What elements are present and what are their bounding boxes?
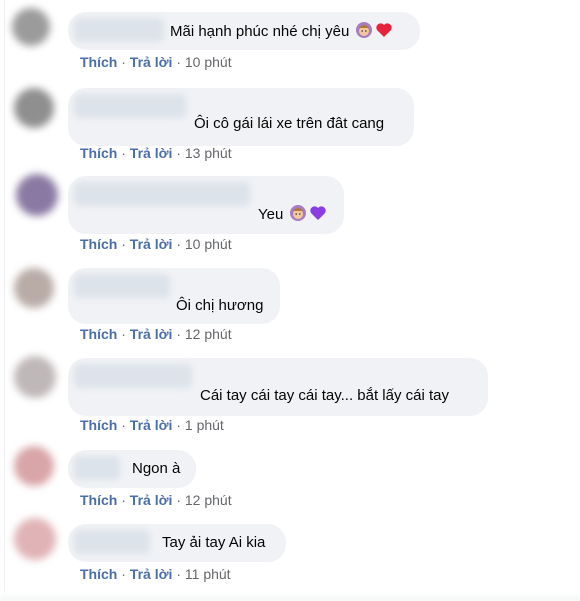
- separator-dot: ·: [176, 54, 185, 70]
- comment-actions: Thích · Trả lời · 10 phút: [80, 235, 232, 253]
- separator-dot: ·: [121, 492, 130, 508]
- reply-button[interactable]: Trả lời: [130, 566, 173, 582]
- commenter-name-blurred[interactable]: [74, 94, 186, 118]
- comment-bubble: Yeu: [68, 176, 344, 234]
- comment-bubble: Tay ải tay Ai kia: [68, 524, 286, 562]
- comment-text: Ngon à: [132, 459, 180, 479]
- separator-dot: ·: [176, 145, 185, 161]
- comment-time[interactable]: 12 phút: [185, 492, 232, 508]
- avatar[interactable]: [12, 8, 50, 46]
- like-button[interactable]: Thích: [80, 326, 117, 342]
- comment-text-content: Ôi chị hương: [176, 297, 264, 314]
- reply-button[interactable]: Trả lời: [130, 326, 173, 342]
- avatar[interactable]: [14, 446, 54, 486]
- comment-text-content: Cái tay cái tay cái tay... bắt lấy cái t…: [200, 387, 449, 404]
- comment-time[interactable]: 11 phút: [185, 566, 231, 582]
- comment-time[interactable]: 10 phút: [185, 54, 232, 70]
- comment-text-content: Mãi hạnh phúc nhé chị yêu: [170, 23, 350, 40]
- avatar[interactable]: [14, 356, 56, 398]
- like-button[interactable]: Thích: [80, 492, 117, 508]
- thread-edge-line: [4, 0, 5, 601]
- comment-actions: Thích · Trả lời · 1 phút: [80, 416, 224, 434]
- commenter-name-blurred[interactable]: [74, 274, 170, 298]
- comment-actions: Thích · Trả lời · 12 phút: [80, 325, 232, 343]
- like-button[interactable]: Thích: [80, 54, 117, 70]
- comment-actions: Thích · Trả lời · 10 phút: [80, 53, 232, 71]
- separator-dot: ·: [121, 236, 130, 252]
- commenter-name-blurred[interactable]: [74, 18, 164, 42]
- comment-text-content: Yeu: [258, 206, 284, 223]
- like-button[interactable]: Thích: [80, 236, 117, 252]
- separator-dot: ·: [176, 417, 185, 433]
- next-comment-blurred-edge: [0, 592, 580, 601]
- like-button[interactable]: Thích: [80, 145, 117, 161]
- separator-dot: ·: [176, 236, 185, 252]
- comment-time[interactable]: 10 phút: [185, 236, 232, 252]
- comment-text: Tay ải tay Ai kia: [162, 533, 265, 553]
- reply-button[interactable]: Trả lời: [130, 492, 173, 508]
- separator-dot: ·: [176, 326, 185, 342]
- comment-text: Mãi hạnh phúc nhé chị yêu: [170, 21, 393, 45]
- comment-bubble: Ngon à: [68, 450, 196, 488]
- separator-dot: ·: [121, 54, 130, 70]
- purple-heart-emoji-icon: [309, 204, 327, 228]
- comment-text: Cái tay cái tay cái tay... bắt lấy cái t…: [200, 386, 449, 406]
- reply-button[interactable]: Trả lời: [130, 54, 173, 70]
- woman-gesturing-emoji-icon: [355, 21, 373, 45]
- comment-bubble: Mãi hạnh phúc nhé chị yêu: [68, 12, 420, 50]
- separator-dot: ·: [121, 566, 130, 582]
- red-heart-emoji-icon: [375, 21, 393, 45]
- comment-text: Ôi chị hương: [176, 296, 263, 316]
- comment-text-content: Tay ải tay Ai kia: [162, 534, 266, 551]
- reply-button[interactable]: Trả lời: [130, 145, 173, 161]
- avatar[interactable]: [14, 518, 56, 560]
- comment-actions: Thích · Trả lời · 12 phút: [80, 491, 232, 509]
- comment-bubble: Ôi chị hương: [68, 268, 280, 324]
- comment-text: Ôi cô gái lái xe trên đât cang: [194, 114, 384, 134]
- commenter-name-blurred[interactable]: [74, 530, 150, 554]
- avatar[interactable]: [16, 174, 58, 216]
- comment-text-content: Ngon à: [132, 460, 181, 477]
- reply-button[interactable]: Trả lời: [130, 417, 173, 433]
- separator-dot: ·: [121, 417, 130, 433]
- woman-gesturing-emoji-icon: [289, 204, 307, 228]
- commenter-name-blurred[interactable]: [74, 364, 192, 388]
- separator-dot: ·: [176, 492, 185, 508]
- commenter-name-blurred[interactable]: [74, 456, 120, 480]
- comment-text-content: Ôi cô gái lái xe trên đât cang: [194, 115, 385, 132]
- reply-button[interactable]: Trả lời: [130, 236, 173, 252]
- like-button[interactable]: Thích: [80, 566, 117, 582]
- commenter-name-blurred[interactable]: [74, 182, 250, 206]
- separator-dot: ·: [121, 145, 130, 161]
- avatar[interactable]: [14, 88, 54, 128]
- separator-dot: ·: [176, 566, 185, 582]
- comment-time[interactable]: 13 phút: [185, 145, 232, 161]
- comment-actions: Thích · Trả lời · 11 phút: [80, 565, 231, 583]
- comment-actions: Thích · Trả lời · 13 phút: [80, 144, 232, 162]
- comment-time[interactable]: 1 phút: [185, 417, 224, 433]
- comment-bubble: Ôi cô gái lái xe trên đât cang: [68, 88, 414, 146]
- comment-bubble: Cái tay cái tay cái tay... bắt lấy cái t…: [68, 358, 488, 416]
- avatar[interactable]: [14, 268, 54, 308]
- comment-time[interactable]: 12 phút: [185, 326, 232, 342]
- comment-text: Yeu: [258, 204, 327, 228]
- separator-dot: ·: [121, 326, 130, 342]
- like-button[interactable]: Thích: [80, 417, 117, 433]
